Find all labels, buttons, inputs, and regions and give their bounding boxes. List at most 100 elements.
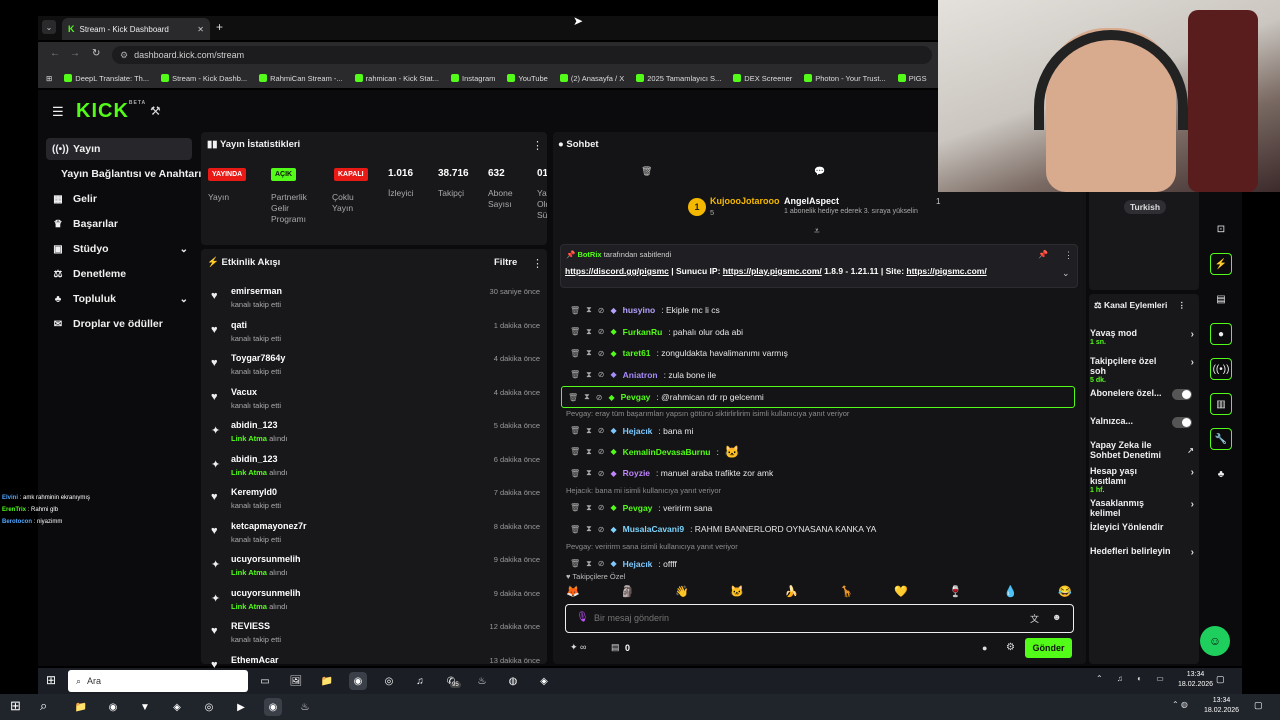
expand-pinned-icon[interactable]: ⌄ <box>1062 268 1070 279</box>
channel-action[interactable]: İzleyici Yönlendir <box>1090 522 1194 532</box>
toggle-switch[interactable] <box>1172 417 1192 428</box>
chat-message[interactable]: 🗑 ⧗ ⊘ ◆ Aniatron: zula bone ile <box>564 365 1074 385</box>
support-button[interactable]: ☺ <box>1200 626 1230 656</box>
taskbar-app-icon[interactable]: ◈ <box>535 672 553 690</box>
broadcast-icon[interactable]: ((•)) <box>1210 358 1232 380</box>
taskbar-app-icon[interactable]: ◍ <box>504 672 522 690</box>
toggle-switch[interactable] <box>1172 389 1192 400</box>
activity-user[interactable]: REVIESS <box>231 621 270 631</box>
site-info-icon[interactable]: ⚙ <box>120 50 128 61</box>
trash-icon[interactable]: 🗑 <box>641 166 652 177</box>
delete-icon[interactable]: 🗑 <box>570 559 580 568</box>
activity-row[interactable]: ♥ ketcapmayonez7r kanalı takip etti 8 dakik… <box>206 518 542 551</box>
activity-row[interactable]: ♥ Toygar7864y kanalı takip etti 4 dakika ön… <box>206 350 542 383</box>
activity-row[interactable]: ✦ abidin_123 Link Atma alındı 5 dakika önce <box>206 417 542 450</box>
apps-grid-icon[interactable]: ⊞ <box>46 74 52 83</box>
channel-action[interactable]: Yalnızca... <box>1090 416 1194 428</box>
chat-message[interactable]: 🗑 ⧗ ⊘ ◆ MusalaCavani9: RAHMI BANNERLORD OYNA… <box>564 519 1074 539</box>
timeout-icon[interactable]: ⧗ <box>586 305 592 315</box>
emote-icon[interactable]: 🍷 <box>949 585 963 598</box>
wrench-icon[interactable]: 🔧 <box>1210 428 1232 450</box>
ban-icon[interactable]: ⊘ <box>598 469 605 478</box>
server-link[interactable]: https://play.pigsmc.com/ <box>723 266 822 276</box>
chat-message[interactable]: 🗑 ⧗ ⊘ ◆ taret61: zonguldakta havalimanımı va… <box>564 343 1074 363</box>
unpin-icon[interactable]: 📌 <box>1038 250 1048 259</box>
kebab-menu-icon[interactable]: ⋮ <box>1064 250 1073 261</box>
chat-message[interactable]: 🗑 ⧗ ⊘ ◆ Hejacık: offff <box>564 554 1074 574</box>
chat-input[interactable] <box>594 609 1014 627</box>
emote-icon[interactable]: 💛 <box>894 585 908 598</box>
emote-icon[interactable]: 🗿 <box>621 585 635 598</box>
ban-icon[interactable]: ⊘ <box>598 559 605 568</box>
activity-user[interactable]: abidin_123 <box>231 454 278 464</box>
top-gifter-1[interactable]: KujoooJotarooo 5 <box>710 196 780 217</box>
bookmark-item[interactable]: rahmican - Kick Stat... <box>354 74 439 83</box>
chat-username[interactable]: Aniatron <box>623 370 658 380</box>
ban-icon[interactable]: ⊘ <box>598 349 605 358</box>
ban-icon[interactable]: ⊘ <box>598 447 605 456</box>
chat-bubble-icon[interactable]: ● <box>982 643 987 653</box>
timeout-icon[interactable]: ⧗ <box>586 426 592 436</box>
search-icon[interactable]: ⌕ <box>40 698 47 714</box>
document-icon[interactable]: ▤ <box>1210 288 1232 310</box>
activity-row[interactable]: ♥ emirserman kanalı takip etti 30 saniye ön… <box>206 283 542 316</box>
taskbar-app-icon[interactable]: ◉ <box>104 698 122 716</box>
bookmark-item[interactable]: DEX Screener <box>733 74 792 83</box>
community-icon[interactable]: ♣ <box>1210 463 1232 485</box>
taskbar-app-icon[interactable]: ♨ <box>296 698 314 716</box>
nav-yayin[interactable]: ((•)) Yayın <box>46 138 192 160</box>
bookmark-item[interactable]: 2025 Tamamlayıcı S... <box>636 74 721 83</box>
ban-icon[interactable]: ⊘ <box>598 370 605 379</box>
collapse-icon[interactable]: ⩡ <box>814 226 820 237</box>
focus-icon[interactable]: ⊡ <box>1210 218 1232 240</box>
delete-icon[interactable]: 🗑 <box>570 503 580 512</box>
emote-icon[interactable]: 🦒 <box>839 585 853 598</box>
bookmark-item[interactable]: Instagram <box>451 74 495 83</box>
notification-icon[interactable]: ▢ <box>1254 700 1263 711</box>
taskbar-app-icon[interactable]: 🖼 <box>287 672 305 690</box>
bolt-icon[interactable]: ⚡ <box>1210 253 1232 275</box>
reload-icon[interactable]: ↻ <box>92 48 100 59</box>
nav-studyo[interactable]: ▣ Stüdyo ⌄ <box>46 238 192 260</box>
taskbar-search[interactable]: ⌕ Ara <box>68 670 248 692</box>
emote-icon[interactable]: 👋 <box>675 585 689 598</box>
timeout-icon[interactable]: ⧗ <box>586 503 592 513</box>
menu-icon[interactable]: ☰ <box>52 104 64 120</box>
chat-bubble-icon[interactable]: ● <box>1210 323 1232 345</box>
ban-icon[interactable]: ⊘ <box>598 503 605 512</box>
start-button[interactable]: ⊞ <box>46 673 56 687</box>
activity-user[interactable]: Vacux <box>231 387 257 397</box>
activity-row[interactable]: ♥ REVIESS kanalı takip etti 12 dakika önce <box>206 618 542 651</box>
taskbar-app-icon[interactable]: ◉ <box>349 672 367 690</box>
taskbar-app-icon[interactable]: 📁 <box>318 672 336 690</box>
channel-action[interactable]: Abonelere özel... <box>1090 388 1194 400</box>
discord-link[interactable]: https://discord.gg/pigsmc <box>565 266 669 276</box>
delete-icon[interactable]: 🗑 <box>570 306 580 315</box>
timeout-icon[interactable]: ⧗ <box>584 392 590 402</box>
emote-icon[interactable]: 😂 <box>1058 585 1072 598</box>
chat-message[interactable]: 🗑 ⧗ ⊘ ◆ FurkanRu: pahalı olur oda abi <box>564 322 1074 342</box>
back-icon[interactable]: ← <box>50 48 60 59</box>
taskbar-app-icon[interactable]: 📁 <box>72 698 90 716</box>
ban-icon[interactable]: ⊘ <box>598 306 605 315</box>
taskbar-app-icon[interactable]: ◈ <box>168 698 186 716</box>
chat-username[interactable]: Pevgay <box>621 392 651 402</box>
points-widget[interactable]: ✦ ∞ <box>570 642 586 653</box>
settings-icon[interactable]: ⚙ <box>1006 642 1015 653</box>
activity-user[interactable]: ucuyorsunmelih <box>231 554 301 564</box>
ban-icon[interactable]: ⊘ <box>598 327 605 336</box>
taskbar-app-icon[interactable]: ▭ <box>256 672 274 690</box>
timeout-icon[interactable]: ⧗ <box>586 524 592 534</box>
forward-icon[interactable]: → <box>70 48 80 59</box>
site-link[interactable]: https://pigsmc.com/ <box>906 266 986 276</box>
chat-username[interactable]: FurkanRu <box>623 327 663 337</box>
taskbar-app-icon[interactable]: ◎ <box>380 672 398 690</box>
timeout-icon[interactable]: ⧗ <box>586 447 592 457</box>
taskbar-app-icon[interactable]: ▶ <box>232 698 250 716</box>
bookmark-item[interactable]: (2) Anasayfa / X <box>559 74 624 83</box>
delete-icon[interactable]: 🗑 <box>570 349 580 358</box>
activity-row[interactable]: ♥ qati kanalı takip etti 1 dakika önce <box>206 317 542 350</box>
bookmark-item[interactable]: PIGS <box>897 74 927 83</box>
channel-action[interactable]: Hesap yaşı kısıtlamı 1 hf. › <box>1090 466 1194 496</box>
tab-list-button[interactable]: ⌄ <box>42 20 56 34</box>
